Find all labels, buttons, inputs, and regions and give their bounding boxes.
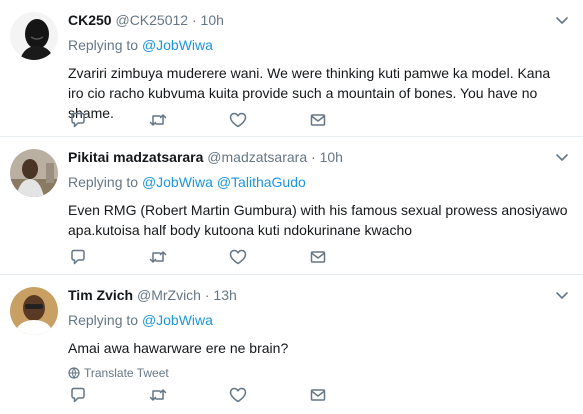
envelope-icon[interactable] xyxy=(308,385,328,405)
tweet-header: Pikitai madzatsarara @madzatsarara · 10h xyxy=(68,148,569,167)
timestamp[interactable]: 10h xyxy=(201,12,224,28)
mention-link[interactable]: @JobWiwa xyxy=(142,174,213,190)
tweet-timzvich[interactable]: Tim Zvich @MrZvich · 13h Replying to @Jo… xyxy=(0,275,583,414)
handle[interactable]: @madzatsarara xyxy=(207,149,307,165)
replying-to-label: Replying to xyxy=(68,174,142,190)
timestamp[interactable]: 13h xyxy=(213,287,236,303)
display-name[interactable]: Tim Zvich xyxy=(68,287,133,303)
envelope-icon[interactable] xyxy=(308,247,328,267)
separator-dot: · xyxy=(311,149,316,165)
translate-tweet-link[interactable]: Translate Tweet xyxy=(68,366,569,380)
display-name[interactable]: Pikitai madzatsarara xyxy=(68,149,203,165)
mention-link[interactable]: @TalithaGudo xyxy=(217,174,306,190)
retweet-icon[interactable] xyxy=(148,110,168,130)
display-name[interactable]: CK250 xyxy=(68,12,112,28)
tweet-header: Tim Zvich @MrZvich · 13h xyxy=(68,286,569,305)
tweet-text: Even RMG (Robert Martin Gumbura) with hi… xyxy=(68,202,568,238)
reply-icon[interactable] xyxy=(68,247,88,267)
chevron-down-icon[interactable] xyxy=(555,153,569,163)
separator-dot: · xyxy=(204,287,210,303)
avatar-photo-icon xyxy=(10,149,58,197)
mention-link[interactable]: @JobWiwa xyxy=(142,37,213,53)
heart-icon[interactable] xyxy=(228,110,248,130)
envelope-icon[interactable] xyxy=(308,110,328,130)
chevron-down-icon[interactable] xyxy=(555,291,569,301)
avatar[interactable] xyxy=(10,149,58,197)
heart-icon[interactable] xyxy=(228,385,248,405)
tweet-pikitai[interactable]: Pikitai madzatsarara @madzatsarara · 10h… xyxy=(0,137,583,275)
reply-icon[interactable] xyxy=(68,110,88,130)
replying-to: Replying to @JobWiwa xyxy=(68,311,569,330)
tweet-actions xyxy=(68,247,328,267)
mention-link[interactable]: @JobWiwa xyxy=(142,312,213,328)
handle[interactable]: @MrZvich xyxy=(137,287,201,303)
tweet-actions xyxy=(68,385,328,405)
replying-to-label: Replying to xyxy=(68,37,142,53)
timestamp[interactable]: 10h xyxy=(320,149,343,165)
replying-to-label: Replying to xyxy=(68,312,142,328)
handle[interactable]: @CK25012 xyxy=(115,12,188,28)
tweet-ck250[interactable]: CK250 @CK25012 · 10h Replying to @JobWiw… xyxy=(0,0,583,137)
reply-icon[interactable] xyxy=(68,385,88,405)
tweet-text: Amai awa hawarware ere ne brain? xyxy=(68,340,289,356)
tweet-header: CK250 @CK25012 · 10h xyxy=(68,11,569,30)
replying-to: Replying to @JobWiwa @TalithaGudo xyxy=(68,173,569,192)
retweet-icon[interactable] xyxy=(148,247,168,267)
chevron-down-icon[interactable] xyxy=(555,16,569,26)
avatar[interactable] xyxy=(10,12,58,60)
translate-label[interactable]: Translate Tweet xyxy=(84,366,169,380)
heart-icon[interactable] xyxy=(228,247,248,267)
tweet-actions xyxy=(68,110,328,130)
globe-icon xyxy=(68,367,80,379)
replying-to: Replying to @JobWiwa xyxy=(68,36,569,55)
avatar-silhouette-icon xyxy=(10,12,58,60)
separator-dot: · xyxy=(191,12,197,28)
avatar[interactable] xyxy=(10,287,58,335)
retweet-icon[interactable] xyxy=(148,385,168,405)
avatar-photo-icon xyxy=(10,287,58,335)
